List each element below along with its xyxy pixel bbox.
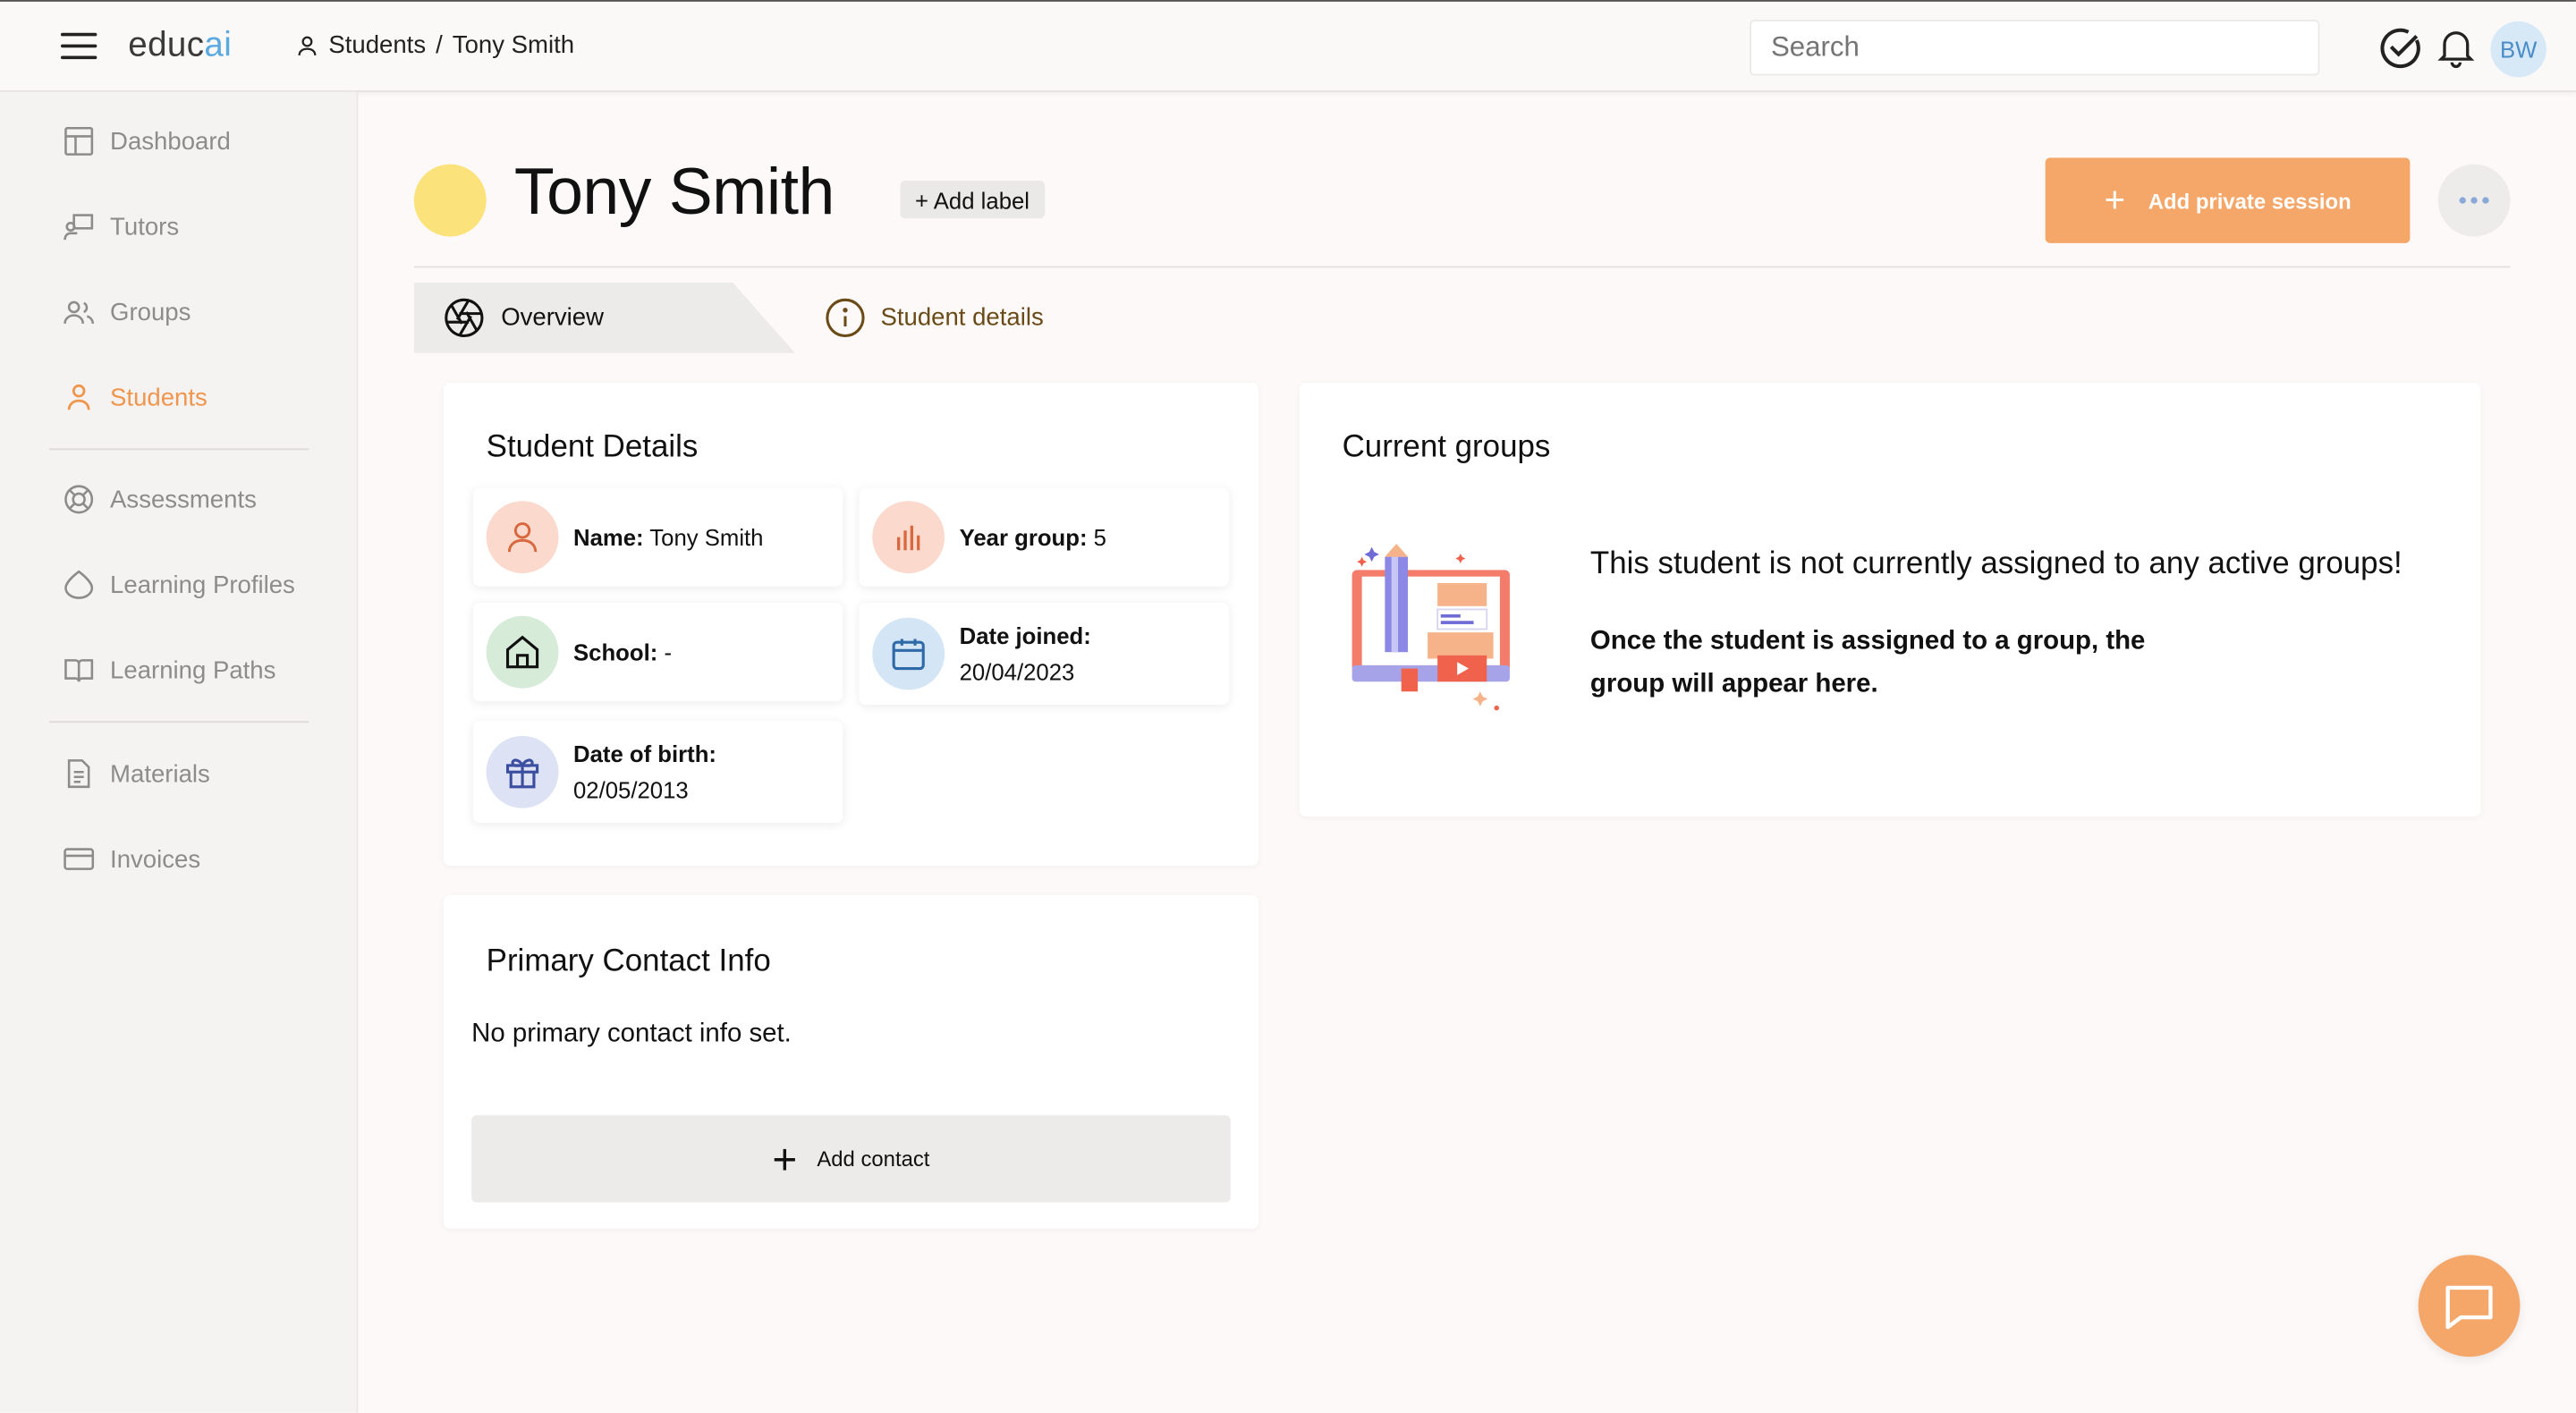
menu-icon[interactable] bbox=[60, 32, 97, 60]
person-icon bbox=[507, 522, 538, 553]
header-divider bbox=[413, 266, 2511, 268]
check-circle-icon[interactable] bbox=[2377, 25, 2423, 71]
book-icon bbox=[64, 659, 94, 682]
sidebar-item-learning-paths[interactable]: Learning Paths bbox=[63, 650, 275, 690]
avatar[interactable]: BW bbox=[2490, 21, 2546, 78]
empty-groups-illustration bbox=[1352, 543, 1510, 711]
date-joined-tile: Date joined: 20/04/2023 bbox=[859, 603, 1229, 705]
sidebar-divider bbox=[49, 721, 309, 723]
more-options-button[interactable] bbox=[2437, 164, 2511, 237]
assessment-icon bbox=[64, 485, 94, 514]
learning-profile-icon bbox=[64, 570, 94, 599]
groups-icon bbox=[64, 300, 95, 324]
plus-icon: + bbox=[2104, 179, 2126, 221]
no-groups-message: This student is not currently assigned t… bbox=[1589, 546, 2402, 582]
student-icon bbox=[67, 384, 90, 410]
date-of-birth-tile: Date of birth: 02/05/2013 bbox=[472, 721, 843, 824]
user-icon bbox=[298, 35, 317, 55]
primary-contact-title: Primary Contact Info bbox=[486, 944, 771, 979]
breadcrumb-students[interactable]: Students bbox=[328, 31, 426, 59]
chat-button[interactable] bbox=[2418, 1255, 2521, 1358]
card-icon bbox=[64, 848, 95, 870]
app-logo[interactable]: educai bbox=[128, 26, 232, 65]
sidebar-item-tutors[interactable]: Tutors bbox=[63, 207, 179, 246]
sidebar-item-assessments[interactable]: Assessments bbox=[63, 479, 257, 519]
aperture-icon bbox=[445, 298, 484, 338]
sidebar bbox=[0, 91, 359, 1413]
search-input[interactable] bbox=[1750, 20, 2320, 76]
student-details-title: Student Details bbox=[486, 430, 699, 465]
sidebar-item-dashboard[interactable]: Dashboard bbox=[63, 122, 231, 161]
home-icon bbox=[505, 635, 539, 669]
sidebar-divider bbox=[49, 448, 309, 451]
sidebar-item-materials[interactable]: Materials bbox=[63, 754, 210, 793]
current-groups-title: Current groups bbox=[1342, 430, 1551, 465]
chat-icon bbox=[2445, 1285, 2493, 1330]
bell-icon[interactable] bbox=[2433, 25, 2479, 71]
school-tile: School: - bbox=[472, 603, 843, 702]
add-private-session-button[interactable]: + Add private session bbox=[2045, 157, 2411, 243]
student-avatar bbox=[413, 164, 487, 237]
sidebar-item-learning-profiles[interactable]: Learning Profiles bbox=[63, 565, 295, 605]
add-label-button[interactable]: + Add label bbox=[900, 181, 1045, 219]
sidebar-item-students[interactable]: Students bbox=[63, 377, 208, 417]
no-contact-text: No primary contact info set. bbox=[471, 1020, 792, 1048]
calendar-icon bbox=[892, 639, 925, 671]
sidebar-item-invoices[interactable]: Invoices bbox=[63, 840, 200, 879]
breadcrumb-current: Tony Smith bbox=[452, 30, 575, 60]
tab-student-details[interactable]: Student details bbox=[825, 297, 1044, 338]
name-tile: Name: Tony Smith bbox=[472, 487, 843, 587]
document-icon bbox=[67, 759, 90, 789]
top-bar: educai Students / Tony Smith BW bbox=[0, 0, 2576, 92]
tab-overview[interactable]: Overview bbox=[413, 282, 795, 353]
info-icon bbox=[826, 298, 865, 338]
breadcrumb: Students / Tony Smith bbox=[296, 31, 574, 59]
year-group-tile: Year group: 5 bbox=[859, 487, 1229, 587]
bar-chart-icon bbox=[897, 525, 920, 551]
add-contact-button[interactable]: + Add contact bbox=[471, 1115, 1231, 1203]
tutor-icon bbox=[64, 214, 94, 241]
no-groups-hint: Once the student is assigned to a group,… bbox=[1589, 627, 2146, 698]
plus-icon: + bbox=[772, 1134, 798, 1184]
breadcrumb-separator: / bbox=[436, 30, 443, 60]
gift-icon bbox=[505, 758, 539, 789]
sidebar-item-groups[interactable]: Groups bbox=[63, 292, 191, 332]
page-title: Tony Smith bbox=[513, 156, 835, 229]
dashboard-icon bbox=[64, 126, 94, 156]
